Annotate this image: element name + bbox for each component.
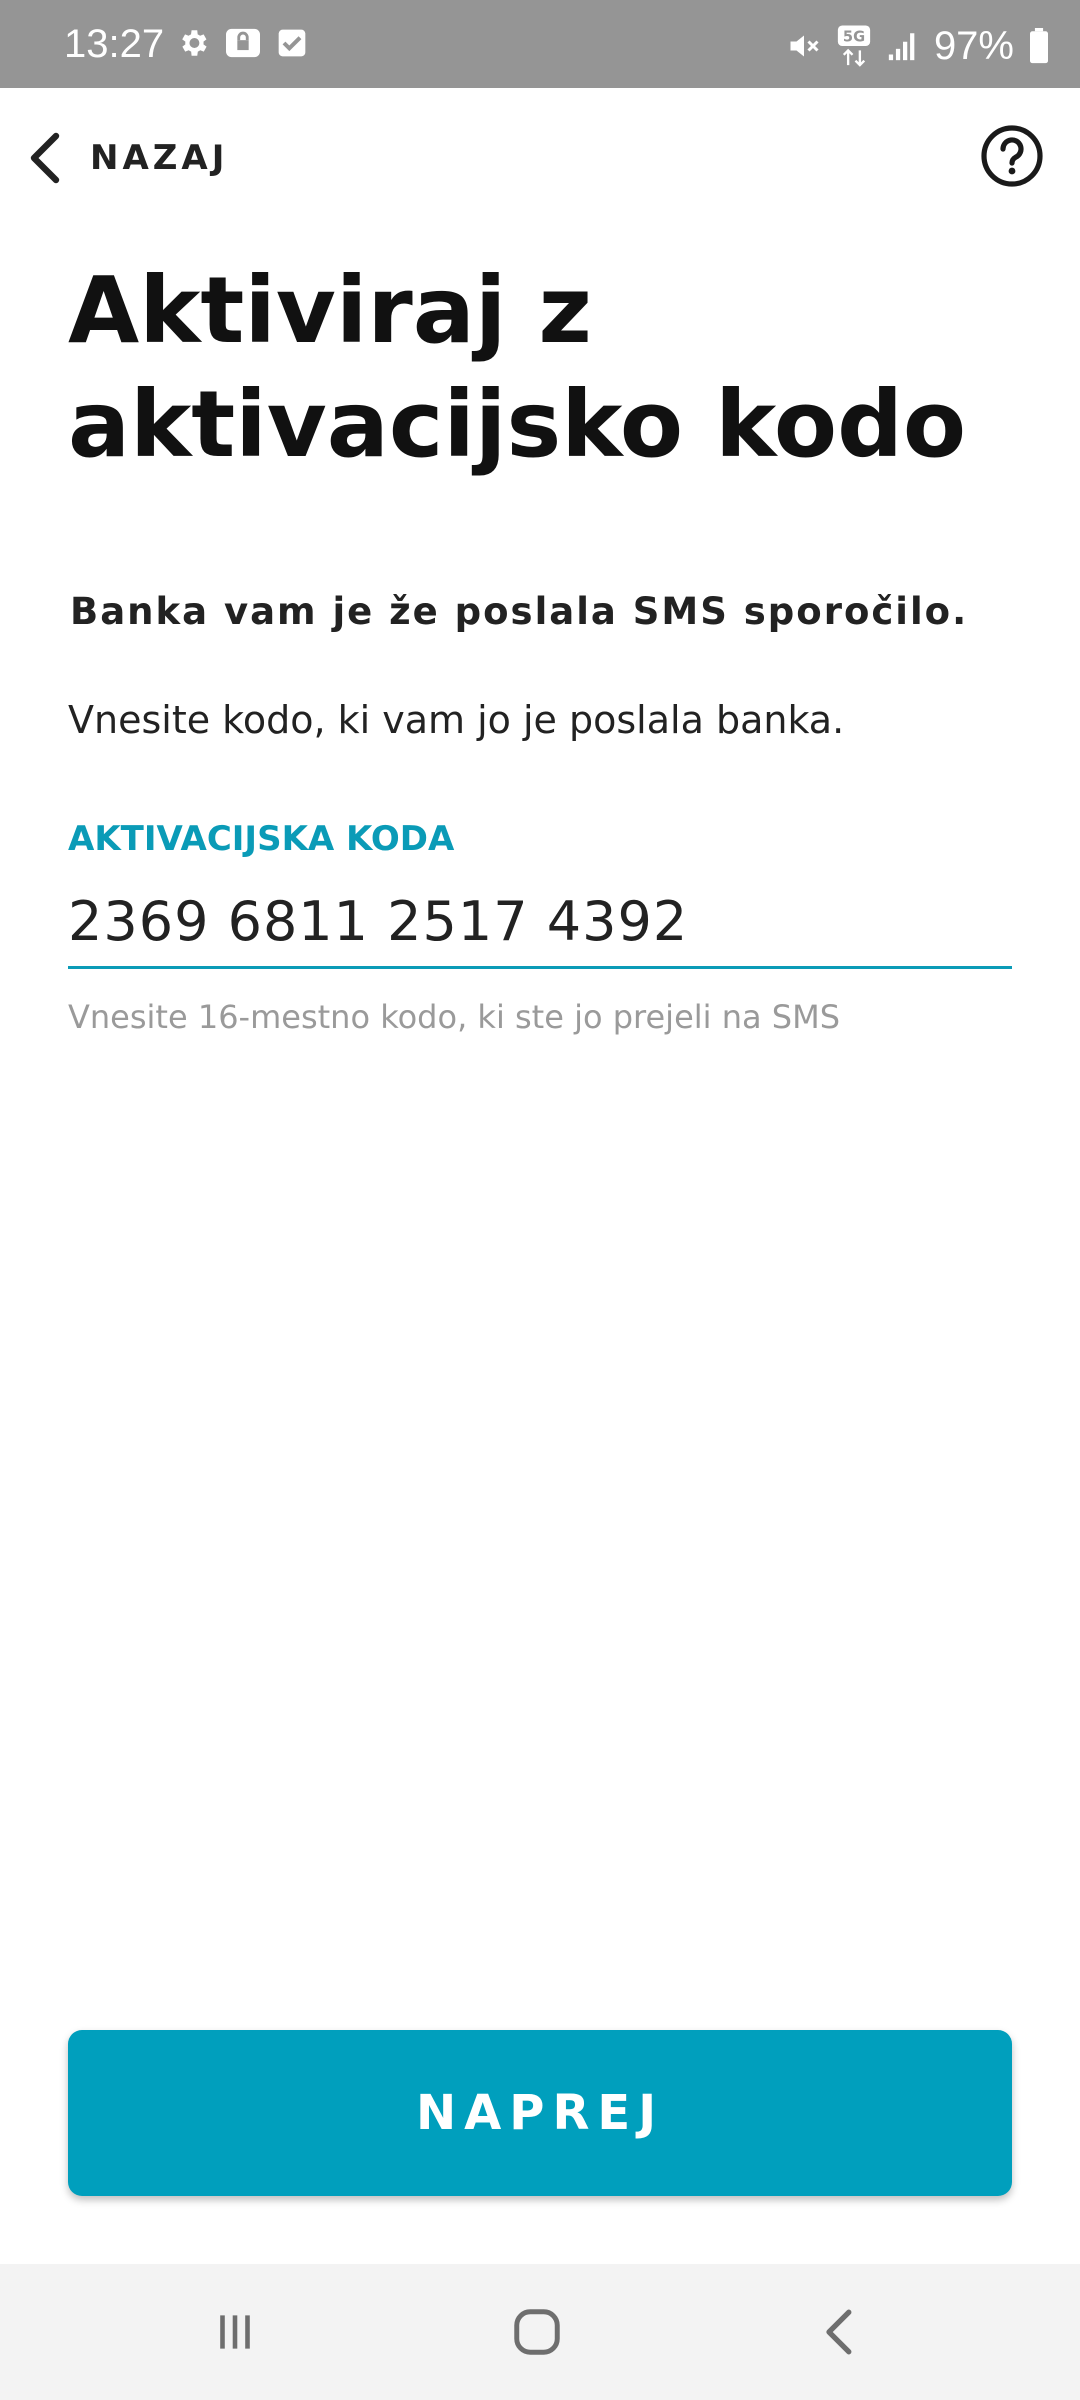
next-button[interactable]: NAPREJ (68, 2030, 1012, 2196)
status-icons-right: 5G 97% (786, 20, 1050, 72)
home-icon (514, 2309, 560, 2355)
instruction-text: Vnesite kodo, ki vam jo je poslala banka… (68, 698, 845, 742)
status-bar: 13:27 5G 97% (0, 0, 1080, 88)
help-circle-icon (981, 125, 1043, 187)
recents-button[interactable] (195, 2292, 275, 2372)
status-time: 13:27 (64, 22, 165, 66)
recents-icon (220, 2315, 250, 2349)
checkbox-icon (278, 29, 306, 57)
battery-icon (1030, 28, 1048, 64)
status-icons-left (176, 26, 308, 60)
back-icon (826, 2309, 852, 2355)
signal-icon (888, 33, 915, 61)
help-button[interactable] (980, 124, 1044, 188)
page-title: Aktiviraj z aktivacijsko kodo (68, 257, 967, 478)
chevron-left-icon (30, 132, 60, 184)
5g-icon: 5G (837, 25, 871, 67)
home-button[interactable] (497, 2292, 577, 2372)
battery-percent: 97% (933, 24, 1014, 68)
mute-icon (790, 35, 819, 57)
back-button-label: NAZAJ (90, 138, 229, 178)
nav-back-button[interactable] (800, 2292, 880, 2372)
activation-code-input[interactable] (68, 876, 1012, 969)
activation-code-label: AKTIVACIJSKA KODA (68, 819, 455, 859)
settings-icon (182, 30, 207, 56)
vpn-lock-icon (226, 28, 260, 58)
activation-code-helper: Vnesite 16-mestno kodo, ki ste jo prejel… (68, 998, 840, 1036)
navigation-bar (0, 2264, 1080, 2400)
svg-text:5G: 5G (843, 29, 865, 46)
sms-sent-notice: Banka vam je že poslala SMS sporočilo. (70, 590, 969, 633)
back-button[interactable]: NAZAJ (24, 118, 228, 198)
